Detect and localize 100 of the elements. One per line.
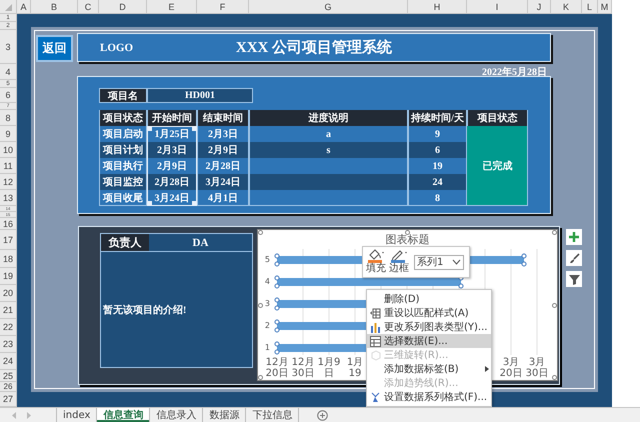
table-cell: 9 [408,126,467,142]
axis-label: 4 [264,276,271,288]
table-cell: 3月24日 [197,174,249,190]
chevron-down-icon [452,259,461,265]
column-header[interactable]: I [467,0,528,14]
row-header[interactable]: 18 [0,250,17,268]
row-header[interactable]: 20 [0,285,17,302]
row-header[interactable]: 21 [0,302,17,319]
cube-icon [370,350,381,360]
column-header[interactable]: E [147,0,197,14]
axis-label: 12月20日 [265,357,289,379]
data-table-icon [370,336,381,346]
table-cell: 19 [408,158,467,174]
column-header[interactable]: K [551,0,582,14]
submenu-arrow-icon [485,366,489,372]
table-header-cell: 持续时间/天 [408,110,467,126]
row-header[interactable]: 11 [0,158,17,174]
border-button[interactable]: 边框 [389,249,409,275]
menu-item[interactable]: 选择数据(E)... [367,334,491,348]
status-cell: 已完成 [467,126,528,206]
row-header[interactable]: 26 [0,382,17,392]
table-cell: 4月1日 [197,190,249,206]
column-header[interactable]: M [598,0,612,14]
table-cell: 项目收尾 [99,190,147,206]
logo-text: LOGO [99,42,134,54]
column-header[interactable]: G [249,0,408,14]
table-cell: 项目计划 [99,142,147,158]
sheet-tab[interactable]: 信息录入 [150,408,204,422]
back-button[interactable]: 返回 [36,35,73,62]
row-header[interactable]: 9 [0,126,17,142]
filter-icon [568,274,580,284]
axis-label: 1 [264,342,271,354]
chart-filter-button[interactable] [566,271,582,287]
brush-icon [568,252,580,264]
row-header[interactable]: 10 [0,142,17,158]
row-header[interactable]: 8 [0,110,17,126]
menu-item[interactable]: 设置数据系列格式(F)... [367,390,491,404]
column-header[interactable]: D [99,0,147,14]
table-cell: 2月3日 [147,142,197,158]
table-header-cell: 开始时间 [147,110,197,126]
row-header[interactable]: 16 [0,218,17,230]
menu-item[interactable]: 更改系列图表类型(Y)... [367,320,491,334]
table-cell: 项目监控 [99,174,147,190]
table-cell: HD001 [147,88,253,103]
owner-label: 负责人 [101,234,149,251]
row-header[interactable]: 25 [0,370,17,382]
menu-item[interactable]: 添加数据标签(B) [367,362,491,376]
row-header[interactable]: 23 [0,336,17,353]
table-cell: 2月28日 [197,158,249,174]
sheet-tab[interactable]: 信息查询 [97,408,150,422]
row-header[interactable]: 13 [0,190,17,206]
table-cell: 2月28日 [147,174,197,190]
row-header[interactable]: 17 [0,230,17,250]
axis-label: 5 [264,254,271,266]
column-header[interactable]: C [78,0,99,14]
menu-item[interactable]: 重设以匹配样式(A) [367,306,491,320]
column-header[interactable]: A [17,0,31,14]
chart-plus-button[interactable] [566,229,582,245]
table-header-cell: 结束时间 [197,110,249,126]
row-header[interactable]: 3 [0,30,17,64]
intro-text: 暂无该项目的介绍! [102,304,186,316]
axis-label: 1月9日 [317,357,341,379]
column-header[interactable]: J [528,0,551,14]
column-header[interactable]: L [582,0,598,14]
row-header[interactable]: 22 [0,319,17,336]
sheet-tab[interactable]: 数据源 [203,408,246,422]
plus-icon [317,410,328,420]
fill-button[interactable]: 填充 [366,249,386,275]
chart-brush-button[interactable] [566,250,582,266]
series-dropdown[interactable]: 系列1 [414,254,464,270]
table-cell: 2月3日 [197,126,249,142]
row-header[interactable]: 4 [0,64,17,80]
row-header[interactable]: 24 [0,353,17,370]
row-header[interactable]: 6 [0,88,17,103]
sheet-tab[interactable]: 下拉信息 [246,408,300,422]
table-header-cell: 项目状态 [467,110,528,126]
table-cell: 项目执行 [99,158,147,174]
table-cell: s [249,142,408,158]
row-header[interactable]: 12 [0,174,17,190]
row-header[interactable]: 19 [0,268,17,285]
bar-chart-icon [370,322,381,332]
axis-label: 3月20日 [499,357,523,379]
table-cell: 24 [408,174,467,190]
column-header[interactable]: B [31,0,78,14]
row-header[interactable]: 27 [0,392,17,407]
triangle-icon [4,2,12,10]
paint-bucket-icon [367,249,385,263]
column-header[interactable]: H [408,0,467,14]
format-brush-icon [370,392,381,402]
owner-name: DA [192,236,210,250]
axis-label: 3月30日 [525,357,549,379]
table-cell: 6 [408,142,467,158]
chart-title: 图表标题 [386,233,430,247]
add-sheet-button[interactable] [317,408,328,422]
date-label: 2022年5月28日 [482,66,547,79]
menu-item[interactable]: 删除(D) [367,292,491,306]
axis-label: 3 [264,298,271,310]
column-header[interactable]: F [197,0,249,14]
table-header-cell: 项目名 [99,88,147,103]
table-header-cell: 项目状态 [99,110,147,126]
